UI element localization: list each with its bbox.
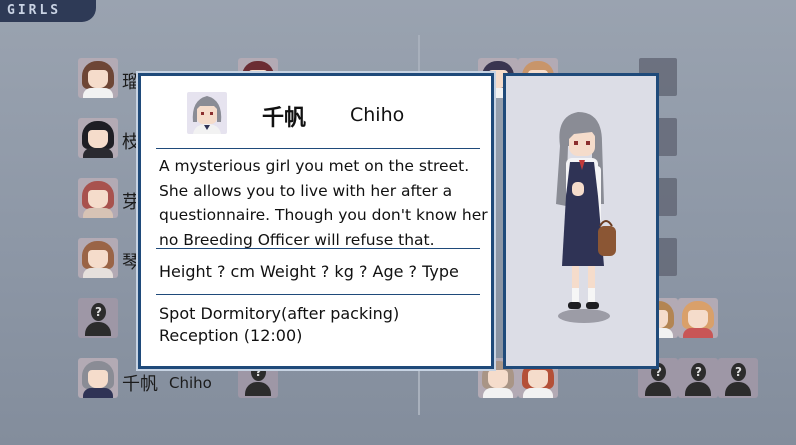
question-icon: ? — [731, 363, 746, 381]
selected-girl-name-en: Chiho — [169, 374, 212, 392]
girl-portrait-chiho[interactable] — [78, 358, 118, 398]
divider-line — [156, 294, 480, 295]
spot-location: Spot Dormitory(after packing) — [159, 304, 400, 323]
locked-girl-slot[interactable]: ? — [678, 358, 718, 398]
divider-line — [156, 248, 480, 249]
girl-portrait-1[interactable] — [78, 58, 118, 98]
divider-line — [156, 148, 480, 149]
profile-portrait — [187, 92, 227, 134]
girl-portrait-3[interactable] — [78, 178, 118, 218]
locked-girl-slot[interactable]: ? — [718, 358, 758, 398]
profile-spot: Spot Dormitory(after packing) Reception … — [159, 303, 399, 347]
profile-description: A mysterious girl you met on the street.… — [159, 157, 488, 249]
character-sprite — [556, 112, 616, 323]
profile-stats: Height ? cm Weight ? kg ? Age ? Type — [159, 262, 459, 281]
profile-name-en: Chiho — [350, 104, 405, 126]
profile-panel: 千帆 Chiho A mysterious girl you met on th… — [136, 71, 496, 371]
girls-tab[interactable]: GIRLS — [0, 0, 96, 22]
locked-girl-slot[interactable]: ? — [78, 298, 118, 338]
selected-girl-name-jp: 千帆 — [122, 374, 158, 395]
spot-reception: Reception (12:00) — [159, 326, 303, 345]
girl-portrait-2[interactable] — [78, 118, 118, 158]
girl-portrait-4[interactable] — [78, 238, 118, 278]
question-icon: ? — [691, 363, 706, 381]
character-figure-panel — [503, 73, 659, 369]
profile-name-jp: 千帆 — [262, 106, 307, 131]
question-icon: ? — [91, 303, 106, 321]
girl-portrait-9[interactable] — [678, 298, 718, 338]
